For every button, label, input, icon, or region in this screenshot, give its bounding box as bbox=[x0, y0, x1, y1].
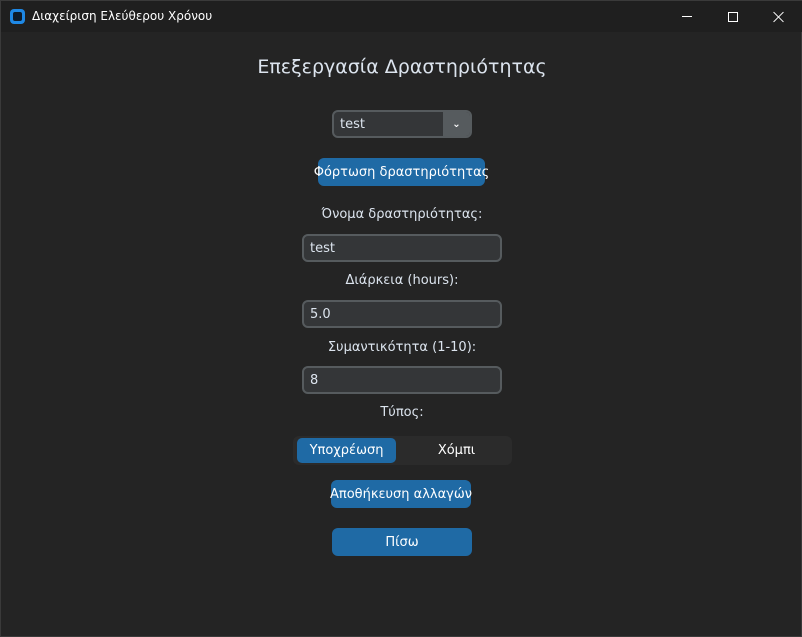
back-button[interactable]: Πίσω bbox=[332, 528, 472, 556]
duration-input[interactable] bbox=[302, 300, 502, 328]
activity-name-label: Όνομα δραστηριότητας: bbox=[321, 207, 483, 222]
minimize-icon bbox=[682, 16, 692, 17]
app-icon bbox=[10, 9, 25, 24]
duration-label: Διάρκεια (hours): bbox=[345, 273, 459, 288]
save-changes-button[interactable]: Αποθήκευση αλλαγών bbox=[330, 480, 472, 508]
page-title: Επεξεργασία Δραστηριότητας bbox=[257, 56, 547, 78]
maximize-button[interactable] bbox=[710, 1, 756, 32]
window-title: Διαχείριση Ελεύθερου Χρόνου bbox=[32, 9, 213, 23]
type-segmented-control: Υποχρέωση Χόμπι bbox=[293, 436, 512, 465]
importance-label: Συμαντικότητα (1-10): bbox=[327, 340, 477, 355]
type-label: Τύπος: bbox=[380, 405, 424, 420]
type-option-hobby[interactable]: Χόμπι bbox=[407, 438, 506, 463]
activity-dropdown[interactable]: test ⌄ bbox=[332, 110, 472, 138]
chevron-down-icon[interactable]: ⌄ bbox=[443, 112, 470, 136]
close-button[interactable] bbox=[756, 1, 802, 32]
importance-input[interactable] bbox=[302, 366, 502, 394]
type-option-obligation[interactable]: Υποχρέωση bbox=[297, 438, 396, 463]
maximize-icon bbox=[728, 11, 738, 22]
close-icon bbox=[773, 11, 785, 23]
activity-name-input[interactable] bbox=[302, 234, 502, 262]
load-activity-button[interactable]: Φόρτωση δραστηριότητας bbox=[314, 158, 489, 186]
activity-dropdown-value: test bbox=[340, 117, 365, 132]
minimize-button[interactable] bbox=[664, 1, 710, 32]
title-bar[interactable]: Διαχείριση Ελεύθερου Χρόνου bbox=[1, 1, 802, 32]
app-window: Διαχείριση Ελεύθερου Χρόνου Επεξεργασία … bbox=[0, 0, 802, 637]
